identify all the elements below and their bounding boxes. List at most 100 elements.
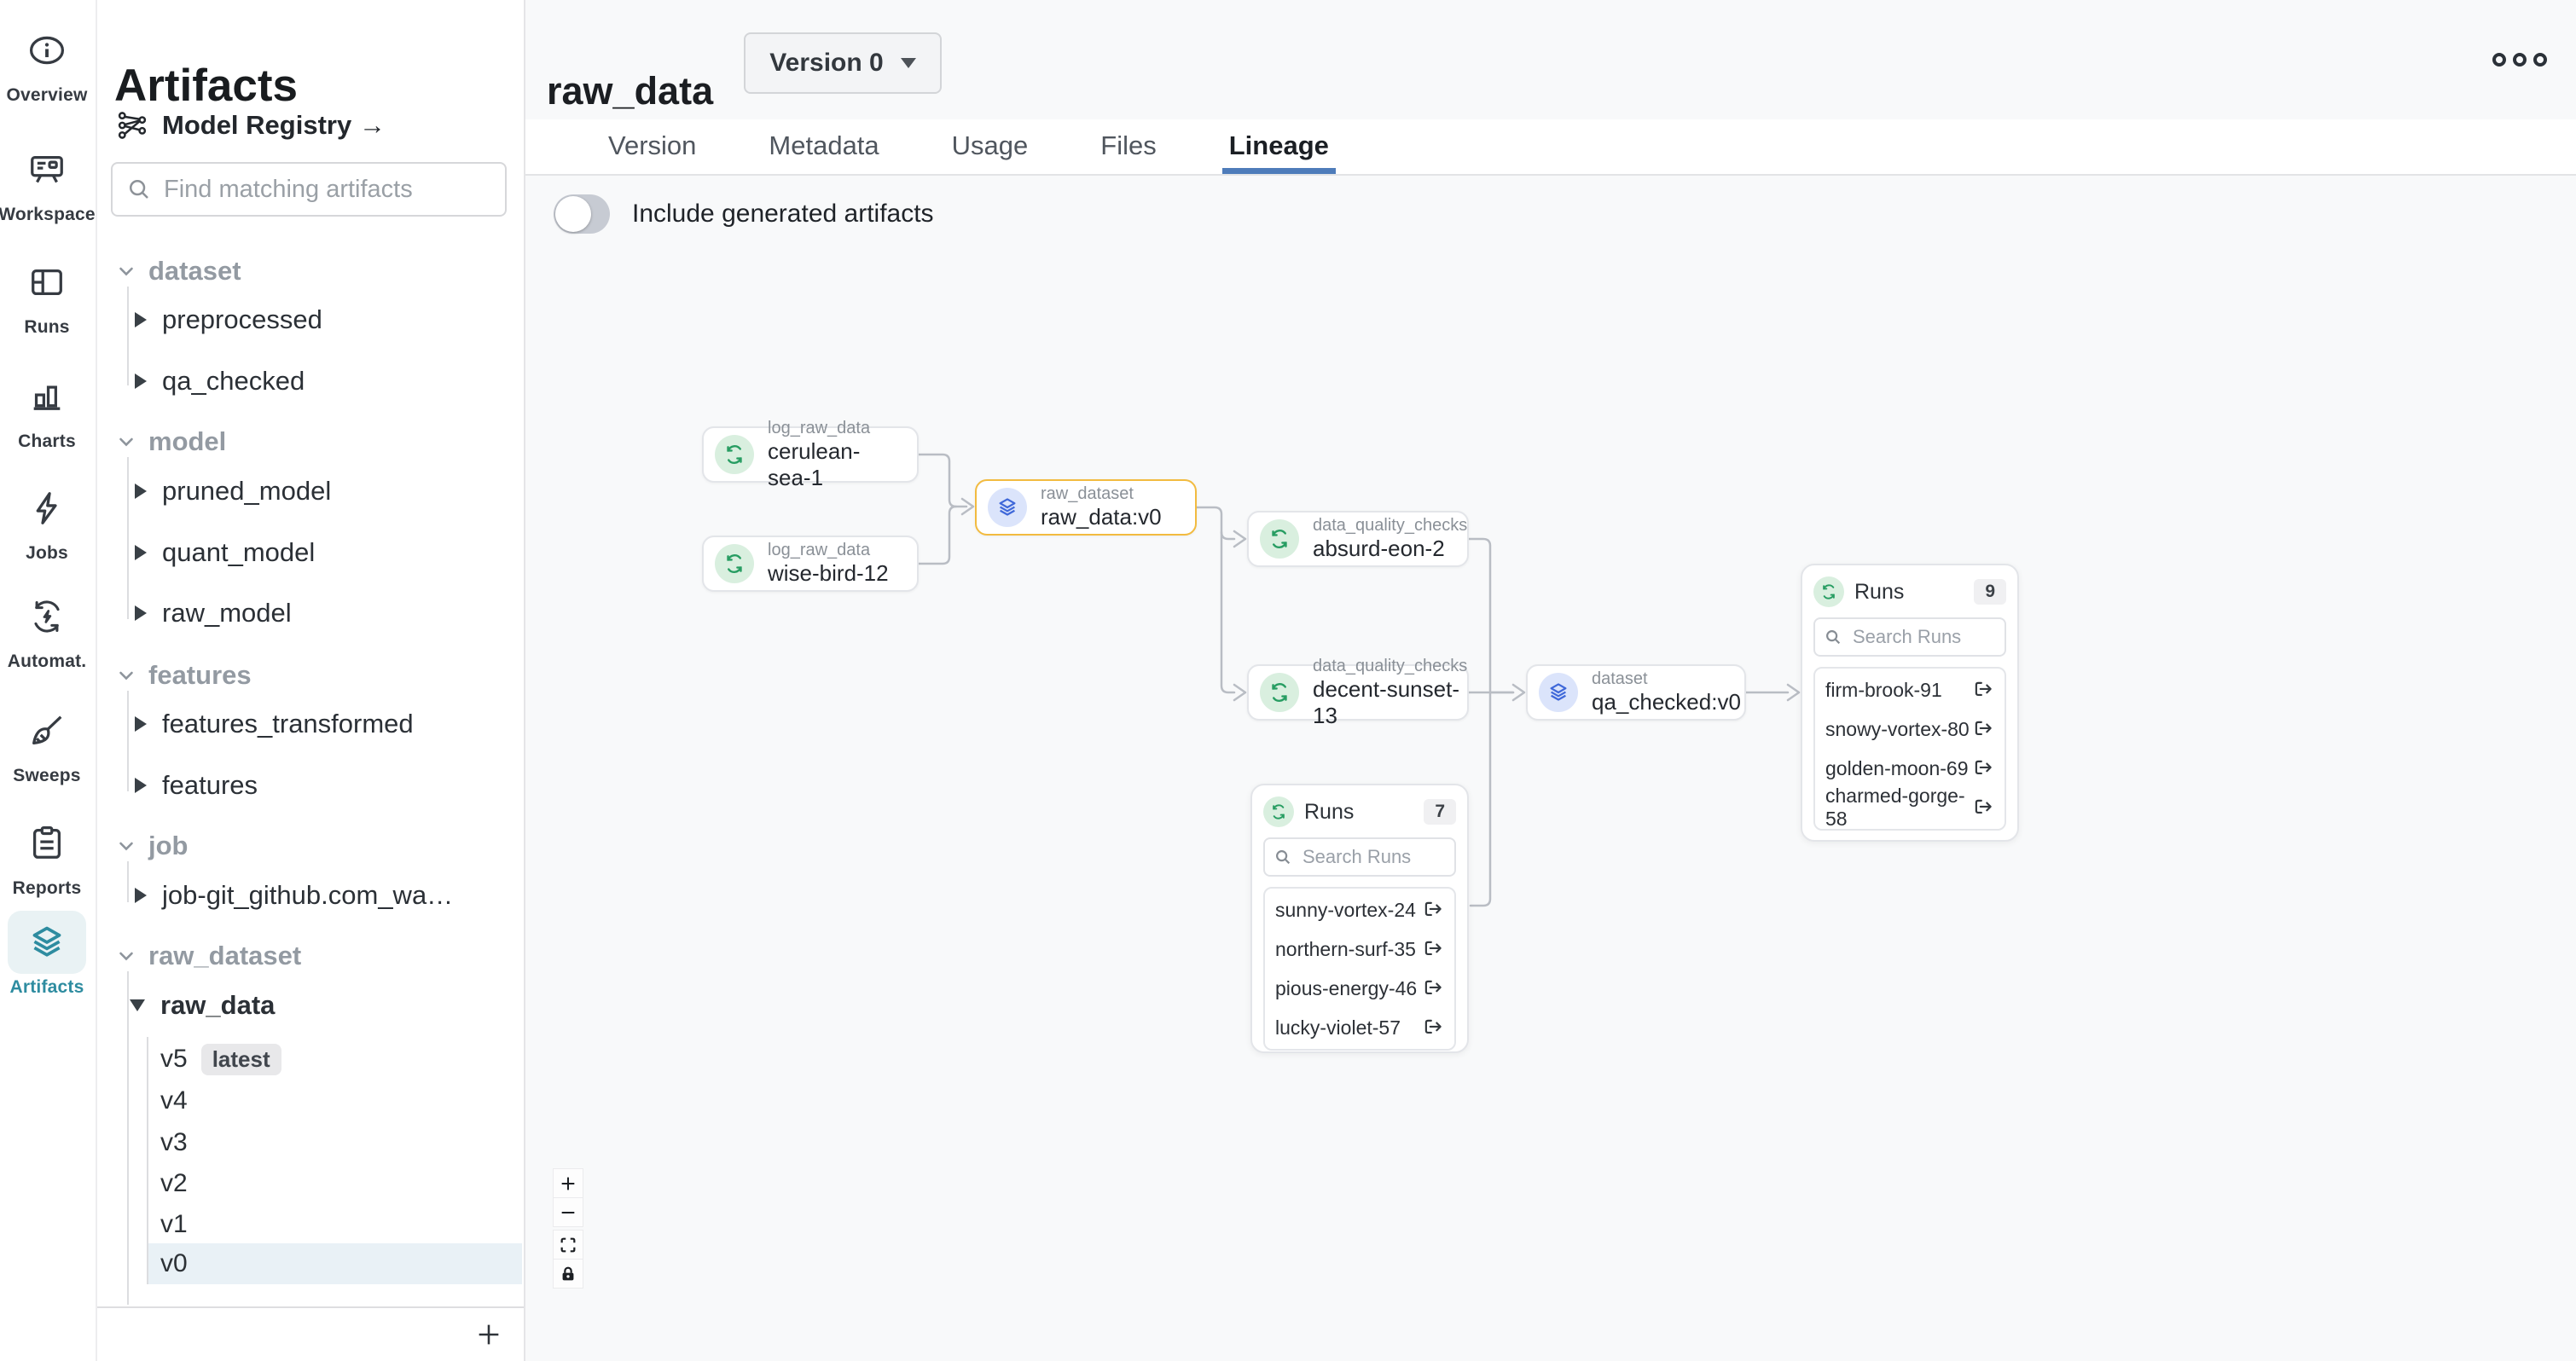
tree-group-job[interactable]: job — [116, 830, 189, 862]
open-run-icon[interactable] — [1972, 757, 1994, 779]
tree-item-features[interactable]: features — [135, 769, 258, 802]
version-row-v0[interactable]: v0 — [160, 1245, 188, 1283]
runs-search-input[interactable] — [1851, 625, 1996, 649]
nav-item-jobs[interactable]: Jobs — [0, 477, 94, 564]
nav-item-charts[interactable]: Charts — [0, 365, 94, 452]
artifact-tabs: Version Metadata Usage Files Lineage — [525, 119, 2576, 176]
tab-files[interactable]: Files — [1100, 119, 1156, 174]
open-run-icon[interactable] — [1422, 977, 1444, 999]
search-icon — [126, 177, 152, 202]
version-dropdown-button[interactable]: Version 0 — [744, 32, 942, 94]
jobs-bolt-icon — [27, 489, 67, 528]
tree-group-model[interactable]: model — [116, 426, 226, 458]
plus-icon — [559, 1174, 577, 1193]
sidebar-title: Artifacts — [114, 60, 298, 112]
wandb-artifacts-page: Overview Workspace Runs Charts Jobs Auto — [0, 0, 2576, 1361]
chevron-right-icon — [135, 545, 147, 560]
runs-search-input[interactable] — [1301, 845, 1446, 869]
model-registry-link[interactable]: Model Registry → — [116, 109, 386, 142]
artifact-search-box[interactable] — [111, 162, 507, 217]
run-row-lucky-violet-57[interactable]: lucky-violet-57 — [1275, 1008, 1444, 1047]
chevron-right-icon — [135, 374, 147, 389]
tree-item-raw-data[interactable]: raw_data — [130, 989, 275, 1022]
tab-metadata[interactable]: Metadata — [769, 119, 879, 174]
run-row-pious-energy-46[interactable]: pious-energy-46 — [1275, 969, 1444, 1008]
reports-clipboard-icon — [27, 824, 67, 863]
runs-search-box[interactable] — [1263, 837, 1456, 877]
runs-cluster-panel-9[interactable]: Runs 9 firm-brook-91 snowy-vortex-80 — [1801, 564, 2019, 842]
tree-guide — [127, 861, 129, 902]
tab-lineage[interactable]: Lineage — [1229, 119, 1329, 174]
chevron-down-icon — [130, 999, 145, 1011]
runs-table-icon — [27, 263, 67, 302]
open-run-icon[interactable] — [1422, 938, 1444, 960]
lineage-node-cerulean-sea-1[interactable]: log_raw_data cerulean-sea-1 — [702, 426, 919, 483]
lineage-node-wise-bird-12[interactable]: log_raw_data wise-bird-12 — [702, 536, 919, 592]
artifact-search-input[interactable] — [162, 175, 491, 205]
tree-item-preprocessed[interactable]: preprocessed — [135, 304, 322, 336]
zoom-in-button[interactable] — [554, 1169, 583, 1197]
runs-panel-header: Runs 9 — [1813, 576, 2006, 607]
run-row-northern-surf-35[interactable]: northern-surf-35 — [1275, 930, 1444, 969]
latest-badge: latest — [201, 1044, 281, 1075]
tree-item-raw-model[interactable]: raw_model — [135, 597, 292, 629]
tree-group-raw-dataset[interactable]: raw_dataset — [116, 940, 301, 972]
nav-item-automations[interactable]: Automat. — [0, 585, 94, 672]
minus-icon — [559, 1203, 577, 1222]
lineage-node-decent-sunset-13[interactable]: data_quality_checks decent-sunset-13 — [1247, 664, 1469, 721]
run-row-snowy-vortex-80[interactable]: snowy-vortex-80 — [1825, 709, 1994, 749]
selected-version-highlight — [148, 1243, 522, 1284]
tree-item-qa-checked[interactable]: qa_checked — [135, 365, 305, 397]
tree-item-features-transformed[interactable]: features_transformed — [135, 708, 414, 740]
nav-item-runs[interactable]: Runs — [0, 251, 94, 338]
open-run-icon[interactable] — [1972, 796, 1994, 819]
tree-item-pruned-model[interactable]: pruned_model — [135, 475, 331, 507]
tab-version[interactable]: Version — [608, 119, 696, 174]
open-run-icon[interactable] — [1422, 1016, 1444, 1039]
open-run-icon[interactable] — [1422, 899, 1444, 921]
nav-item-reports[interactable]: Reports — [0, 812, 94, 899]
tree-group-dataset[interactable]: dataset — [116, 255, 241, 287]
version-row-v5[interactable]: v5 latest — [160, 1040, 281, 1078]
overflow-menu-button[interactable] — [2492, 53, 2547, 67]
lineage-node-absurd-eon-2[interactable]: data_quality_checks absurd-eon-2 — [1247, 511, 1469, 567]
run-icon — [1263, 796, 1294, 827]
tree-guide — [127, 457, 129, 619]
nav-item-workspace[interactable]: Workspace — [0, 138, 94, 225]
lock-button[interactable] — [554, 1260, 583, 1288]
run-icon — [1260, 519, 1299, 559]
chevron-down-icon — [116, 431, 136, 452]
version-row-v1[interactable]: v1 — [160, 1206, 188, 1243]
include-generated-toggle[interactable] — [554, 194, 610, 234]
run-row-charmed-gorge-58[interactable]: charmed-gorge-58 — [1825, 788, 1994, 827]
run-icon — [715, 435, 754, 474]
ellipsis-icon — [2513, 53, 2527, 67]
chevron-right-icon — [135, 312, 147, 327]
nav-item-overview[interactable]: Overview — [0, 19, 94, 106]
tree-item-job-git[interactable]: job-git_github.com_wa… — [135, 879, 453, 912]
add-artifact-button[interactable] — [471, 1317, 507, 1352]
run-row-sunny-vortex-24[interactable]: sunny-vortex-24 — [1275, 890, 1444, 930]
tree-group-features[interactable]: features — [116, 659, 252, 692]
nav-item-sweeps[interactable]: Sweeps — [0, 699, 94, 786]
tree-item-quant-model[interactable]: quant_model — [135, 536, 315, 569]
version-row-v2[interactable]: v2 — [160, 1165, 188, 1202]
tree-guide — [127, 691, 129, 791]
zoom-out-button[interactable] — [554, 1198, 583, 1226]
nav-item-artifacts[interactable]: Artifacts — [0, 911, 94, 998]
open-run-icon[interactable] — [1972, 679, 1994, 701]
runs-cluster-panel-7[interactable]: Runs 7 sunny-vortex-24 northern-surf-35 — [1250, 784, 1469, 1053]
chevron-down-icon — [116, 665, 136, 686]
run-row-golden-moon-69[interactable]: golden-moon-69 — [1825, 749, 1994, 788]
fit-view-button[interactable] — [554, 1231, 583, 1259]
runs-search-box[interactable] — [1813, 617, 2006, 657]
chevron-down-icon — [116, 946, 136, 966]
open-run-icon[interactable] — [1972, 718, 1994, 740]
tab-usage[interactable]: Usage — [952, 119, 1029, 174]
lineage-node-raw-data-v0[interactable]: raw_dataset raw_data:v0 — [975, 479, 1197, 536]
version-row-v4[interactable]: v4 — [160, 1082, 188, 1120]
lineage-node-qa-checked-v0[interactable]: dataset qa_checked:v0 — [1526, 664, 1746, 721]
run-row-firm-brook-91[interactable]: firm-brook-91 — [1825, 670, 1994, 709]
runs-count-badge: 9 — [1974, 579, 2006, 605]
version-row-v3[interactable]: v3 — [160, 1124, 188, 1161]
